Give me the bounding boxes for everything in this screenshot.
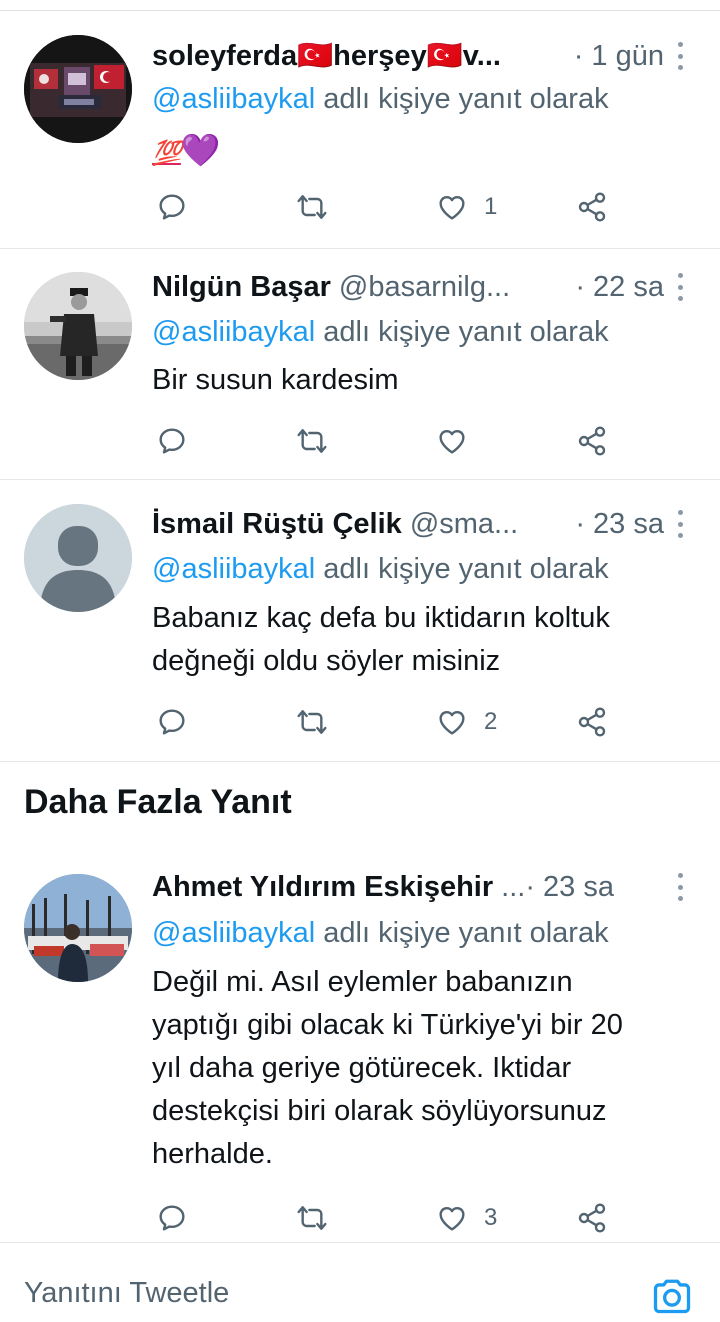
- like-button[interactable]: [436, 421, 468, 461]
- action-bar: 1: [152, 187, 622, 227]
- timestamp[interactable]: · 23 sa: [525, 871, 614, 904]
- like-button[interactable]: 3: [436, 1198, 497, 1238]
- avatar[interactable]: [24, 272, 132, 380]
- user-handle[interactable]: ...: [501, 871, 525, 904]
- reply-button[interactable]: [156, 187, 188, 227]
- share-icon: [578, 707, 606, 737]
- avatar[interactable]: [24, 504, 132, 612]
- timestamp[interactable]: · 1 gün: [574, 40, 664, 73]
- user-handle[interactable]: @basarnilg...: [339, 271, 567, 304]
- reply-context: @asliibaykal adlı kişiye yanıt olarak: [152, 917, 609, 950]
- tweet-text-line: yaptığı gibi olacak ki Türkiye'yi bir 20: [152, 1009, 623, 1041]
- tweet-text: Bir susun kardesim: [152, 364, 399, 396]
- like-count: 2: [484, 708, 498, 735]
- like-count: 3: [484, 1204, 498, 1231]
- reply-icon: [159, 194, 185, 220]
- share-button[interactable]: [576, 1198, 608, 1238]
- reply-compose-input[interactable]: Yanıtını Tweetle: [24, 1277, 229, 1310]
- hundred-emoji: 💯: [152, 140, 182, 167]
- heart-icon: [439, 429, 465, 454]
- tweet-text: 💯💜: [152, 129, 700, 175]
- tweet-text-line: Babanız kaç defa bu iktidarın koltuk: [152, 602, 610, 634]
- tweet-text-line: herhalde.: [152, 1138, 273, 1170]
- retweet-icon: [297, 1206, 327, 1230]
- heart-icon: [439, 710, 465, 735]
- share-button[interactable]: [576, 187, 608, 227]
- retweet-icon: [297, 195, 327, 219]
- reply-tweet[interactable]: Ahmet Yıldırım Eskişehir ... · 23 sa @as…: [0, 852, 720, 1242]
- retweet-icon: [297, 710, 327, 734]
- more-vertical-icon[interactable]: [678, 273, 684, 301]
- compose-bar: Yanıtını Tweetle: [0, 1242, 720, 1314]
- reply-context: @asliibaykal adlı kişiye yanıt olarak: [152, 316, 609, 349]
- reply-context: @asliibaykal adlı kişiye yanıt olarak: [152, 83, 609, 116]
- tweet-text: Değil mi. Asıl eylemler babanızın yaptığ…: [152, 961, 700, 1176]
- mention-link[interactable]: @asliibaykal: [152, 83, 315, 115]
- purple-heart-emoji: 💜: [180, 132, 221, 168]
- avatar[interactable]: [24, 874, 132, 982]
- action-bar: 3: [152, 1198, 622, 1238]
- retweet-button[interactable]: [296, 187, 328, 227]
- heart-icon: [439, 195, 465, 220]
- avatar[interactable]: [24, 35, 132, 143]
- reply-context-label: adlı kişiye yanıt olarak: [315, 553, 609, 585]
- display-name[interactable]: soleyferda🇹🇷herşey🇹🇷v...: [152, 39, 501, 73]
- share-button[interactable]: [576, 702, 608, 742]
- reply-tweet[interactable]: Nilgün Başar @basarnilg... · 22 sa @asli…: [0, 249, 720, 480]
- action-bar: 2: [152, 702, 622, 742]
- share-icon: [578, 192, 606, 222]
- tweet-text-line: destekçisi biri olarak söylüyorsunuz: [152, 1095, 607, 1127]
- display-name[interactable]: İsmail Rüştü Çelik: [152, 508, 402, 541]
- reply-icon: [159, 428, 185, 454]
- more-vertical-icon[interactable]: [678, 873, 684, 901]
- share-button[interactable]: [576, 421, 608, 461]
- retweet-button[interactable]: [296, 421, 328, 461]
- more-replies-heading: Daha Fazla Yanıt: [24, 783, 292, 821]
- tweet-text: Babanız kaç defa bu iktidarın koltuk değ…: [152, 597, 700, 683]
- reply-tweet[interactable]: soleyferda🇹🇷herşey🇹🇷v... · 1 gün @asliib…: [0, 11, 720, 249]
- like-button[interactable]: 2: [436, 702, 497, 742]
- more-vertical-icon[interactable]: [678, 42, 684, 70]
- reply-button[interactable]: [156, 421, 188, 461]
- user-handle[interactable]: @sma...: [410, 508, 568, 541]
- display-name[interactable]: Nilgün Başar: [152, 271, 331, 304]
- mention-link[interactable]: @asliibaykal: [152, 917, 315, 949]
- mention-link[interactable]: @asliibaykal: [152, 316, 315, 348]
- more-vertical-icon[interactable]: [678, 510, 684, 538]
- camera-icon[interactable]: [650, 1273, 694, 1317]
- tweet-text-line: değneği oldu söyler misiniz: [152, 645, 501, 677]
- tweet-text-line: yıl daha geriye götürecek. Iktidar: [152, 1052, 572, 1084]
- share-icon: [578, 426, 606, 456]
- share-icon: [578, 1203, 606, 1233]
- reply-tweet[interactable]: İsmail Rüştü Çelik @sma... · 23 sa @asli…: [0, 480, 720, 762]
- like-count: 1: [484, 193, 498, 220]
- retweet-icon: [297, 429, 327, 453]
- retweet-button[interactable]: [296, 1198, 328, 1238]
- timestamp[interactable]: · 23 sa: [575, 508, 664, 541]
- reply-context: @asliibaykal adlı kişiye yanıt olarak: [152, 553, 609, 586]
- default-avatar-icon: [24, 504, 132, 612]
- reply-button[interactable]: [156, 1198, 188, 1238]
- reply-icon: [159, 1205, 185, 1231]
- heart-icon: [439, 1206, 465, 1231]
- reply-icon: [159, 709, 185, 735]
- mention-link[interactable]: @asliibaykal: [152, 553, 315, 585]
- reply-context-label: adlı kişiye yanıt olarak: [315, 316, 609, 348]
- reply-context-label: adlı kişiye yanıt olarak: [315, 917, 609, 949]
- like-button[interactable]: 1: [436, 187, 497, 227]
- action-bar: [152, 421, 622, 461]
- tweet-text-line: Değil mi. Asıl eylemler babanızın: [152, 966, 573, 998]
- display-name[interactable]: Ahmet Yıldırım Eskişehir: [152, 871, 493, 904]
- timestamp[interactable]: · 22 sa: [575, 271, 664, 304]
- reply-context-label: adlı kişiye yanıt olarak: [315, 83, 609, 115]
- reply-button[interactable]: [156, 702, 188, 742]
- retweet-button[interactable]: [296, 702, 328, 742]
